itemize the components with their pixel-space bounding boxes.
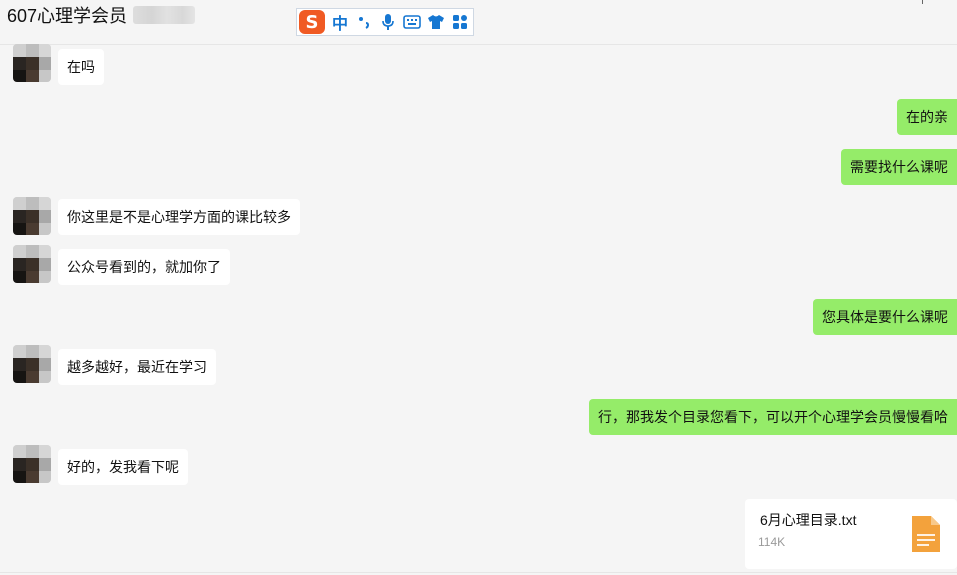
message-bubble-sent[interactable]: 在的亲 [897,99,957,135]
message-bubble-sent[interactable]: 行，那我发个目录您看下，可以开个心理学会员慢慢看哈 [589,399,957,435]
text-file-icon [910,514,942,554]
message-bubble-received[interactable]: 公众号看到的，就加你了 [58,249,230,285]
toolbox-icon[interactable] [451,12,469,32]
message-bubble-sent[interactable]: 需要找什么课呢 [841,149,957,185]
microphone-icon[interactable] [379,12,397,32]
ime-mode-toggle[interactable]: 中 [331,10,349,34]
file-size: 114K [758,535,786,549]
message-bubble-received[interactable]: 在吗 [58,49,104,85]
chat-header: 607心理学会员 [0,0,957,45]
input-area-divider [0,572,957,573]
contact-avatar[interactable] [13,197,51,235]
redacted-name-blur [133,6,195,24]
contact-avatar[interactable] [13,44,51,82]
message-bubble-received[interactable]: 好的，发我看下呢 [58,449,188,485]
contact-avatar[interactable] [13,245,51,283]
message-bubble-sent[interactable]: 您具体是要什么课呢 [813,299,957,335]
file-name: 6月心理目录.txt [760,512,857,528]
contact-avatar[interactable] [13,445,51,483]
message-bubble-received[interactable]: 你这里是不是心理学方面的课比较多 [58,199,300,235]
chat-title: 607心理学会员 [7,6,128,26]
message-bubble-received[interactable]: 越多越好，最近在学习 [58,349,216,385]
ime-toolbar[interactable]: S 中 [296,8,474,36]
more-options-mark[interactable] [922,0,923,4]
sogou-logo-icon[interactable]: S [299,10,325,34]
contact-avatar[interactable] [13,345,51,383]
keyboard-icon[interactable] [403,12,421,32]
file-message-card[interactable]: 6月心理目录.txt 114K [745,499,957,569]
skin-icon[interactable] [427,12,445,32]
punctuation-icon[interactable] [355,12,373,32]
